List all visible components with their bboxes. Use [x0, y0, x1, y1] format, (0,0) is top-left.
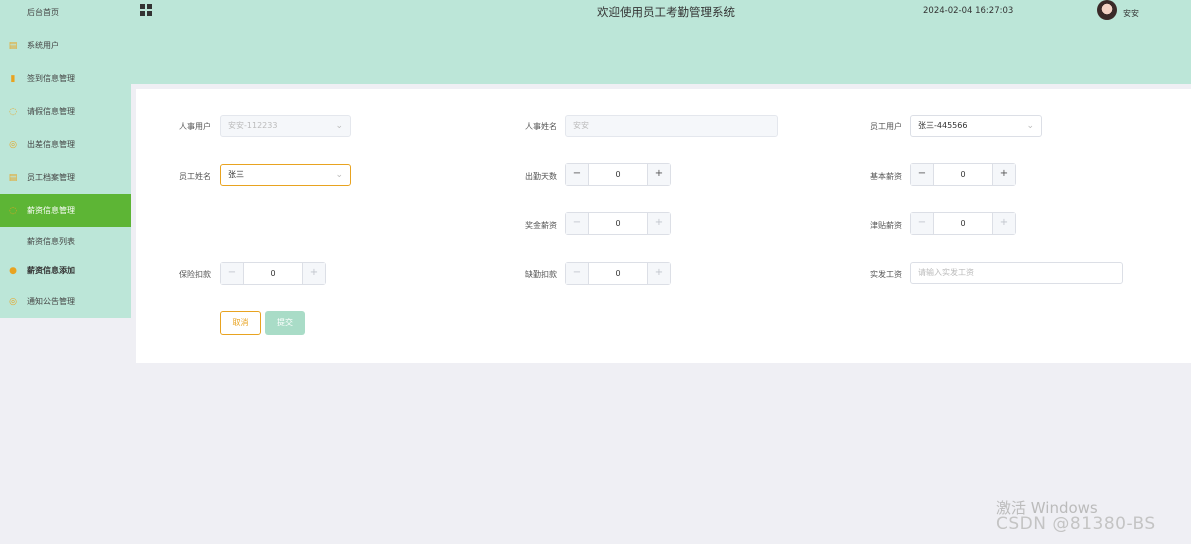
insurance-deduction-stepper[interactable]: − 0 +: [220, 262, 326, 285]
sidebar-item-salary-add[interactable]: ● 薪资信息添加: [0, 254, 131, 287]
sidebar-item-salary[interactable]: ◌ 薪资信息管理: [0, 194, 131, 227]
sidebar-item-label: 后台首页: [27, 8, 59, 17]
sidebar-item-label: 薪资信息添加: [27, 266, 75, 275]
employee-user-select[interactable]: 张三-445566 ⌄: [910, 115, 1042, 137]
sidebar-item-label: 出差信息管理: [27, 140, 75, 149]
absence-deduction-stepper[interactable]: − 0 +: [565, 262, 671, 285]
employee-user-label: 员工用户: [870, 122, 902, 131]
cancel-button[interactable]: 取消: [220, 311, 261, 335]
attendance-days-stepper[interactable]: − 0 +: [565, 163, 671, 186]
actual-pay-input[interactable]: 请输入实发工资: [910, 262, 1123, 284]
base-salary-label: 基本薪资: [870, 172, 902, 181]
document-icon: ▤: [8, 172, 18, 183]
location-pin-icon: ●: [9, 265, 17, 276]
increment-button[interactable]: +: [992, 164, 1015, 185]
decrement-button[interactable]: −: [566, 213, 589, 234]
sidebar-item-business-trip[interactable]: ◎ 出差信息管理: [0, 128, 131, 161]
attendance-days-value[interactable]: 0: [589, 164, 647, 185]
sidebar-item-label: 员工档案管理: [27, 173, 75, 182]
increment-button[interactable]: +: [647, 164, 670, 185]
insurance-deduction-label: 保险扣款: [179, 270, 211, 279]
actual-pay-label: 实发工资: [870, 270, 902, 279]
sidebar: 后台首页 ▤ 系统用户 ▮ 签到信息管理 ◌ 请假信息管理 ◎ 出差信息管理 ▤…: [0, 0, 131, 318]
hr-user-select[interactable]: 安安-112233 ⌄: [220, 115, 351, 137]
check-circle-icon: ◎: [9, 296, 17, 307]
absence-deduction-value[interactable]: 0: [589, 263, 647, 284]
sidebar-item-label: 薪资信息管理: [27, 206, 75, 215]
username[interactable]: 安安: [1123, 8, 1139, 19]
base-salary-stepper[interactable]: − 0 +: [910, 163, 1016, 186]
employee-name-value: 张三: [228, 170, 244, 179]
csdn-watermark: CSDN @81380-BS: [996, 514, 1156, 534]
allowance-stepper[interactable]: − 0 +: [910, 212, 1016, 235]
decrement-button[interactable]: −: [911, 164, 934, 185]
employee-name-select[interactable]: 张三 ⌄: [220, 164, 351, 186]
document-icon: ▤: [8, 40, 18, 51]
decrement-button[interactable]: −: [221, 263, 244, 284]
sidebar-item-home[interactable]: 后台首页: [0, 0, 131, 29]
sidebar-item-leave[interactable]: ◌ 请假信息管理: [0, 95, 131, 128]
hr-name-label: 人事姓名: [525, 122, 557, 131]
allowance-value[interactable]: 0: [934, 213, 992, 234]
sidebar-item-checkin[interactable]: ▮ 签到信息管理: [0, 62, 131, 95]
bonus-stepper[interactable]: − 0 +: [565, 212, 671, 235]
chat-icon: ◌: [9, 205, 17, 216]
sidebar-item-label: 系统用户: [27, 41, 59, 50]
sidebar-item-label: 薪资信息列表: [27, 237, 75, 246]
increment-button[interactable]: +: [302, 263, 325, 284]
decrement-button[interactable]: −: [566, 263, 589, 284]
chevron-down-icon: ⌄: [335, 170, 343, 180]
sidebar-item-employee-files[interactable]: ▤ 员工档案管理: [0, 161, 131, 194]
decrement-button[interactable]: −: [911, 213, 934, 234]
submit-button[interactable]: 提交: [265, 311, 305, 335]
hr-name-field[interactable]: 安安: [565, 115, 778, 137]
chat-icon: ◌: [9, 106, 17, 117]
insurance-deduction-value[interactable]: 0: [244, 263, 302, 284]
datetime-display: 2024-02-04 16:27:03: [923, 6, 1014, 16]
chevron-down-icon: ⌄: [1026, 121, 1034, 131]
bonus-label: 奖金薪资: [525, 221, 557, 230]
increment-button[interactable]: +: [647, 213, 670, 234]
employee-user-value: 张三-445566: [918, 121, 968, 130]
avatar[interactable]: [1097, 0, 1117, 20]
increment-button[interactable]: +: [647, 263, 670, 284]
allowance-label: 津贴薪资: [870, 221, 902, 230]
sidebar-item-label: 请假信息管理: [27, 107, 75, 116]
check-circle-icon: ◎: [9, 139, 17, 150]
increment-button[interactable]: +: [992, 213, 1015, 234]
chevron-down-icon: ⌄: [335, 121, 343, 131]
grid-menu-icon[interactable]: [140, 4, 152, 16]
base-salary-value[interactable]: 0: [934, 164, 992, 185]
attendance-days-label: 出勤天数: [525, 172, 557, 181]
hr-user-value: 安安-112233: [228, 121, 278, 130]
sidebar-item-label: 签到信息管理: [27, 74, 75, 83]
bar-chart-icon: ▮: [10, 73, 16, 84]
employee-name-label: 员工姓名: [179, 172, 211, 181]
bonus-value[interactable]: 0: [589, 213, 647, 234]
sidebar-item-system-users[interactable]: ▤ 系统用户: [0, 29, 131, 62]
page-title: 欢迎使用员工考勤管理系统: [597, 5, 735, 19]
sidebar-item-notices[interactable]: ◎ 通知公告管理: [0, 285, 131, 318]
absence-deduction-label: 缺勤扣款: [525, 270, 557, 279]
decrement-button[interactable]: −: [566, 164, 589, 185]
sidebar-item-label: 通知公告管理: [27, 297, 75, 306]
hr-user-label: 人事用户: [179, 122, 211, 131]
